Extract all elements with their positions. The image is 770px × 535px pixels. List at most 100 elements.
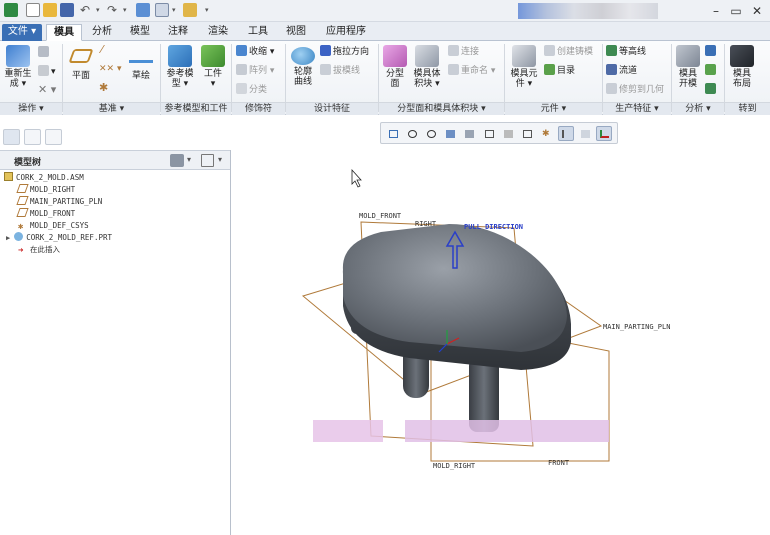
paste-button[interactable]: ▾ bbox=[38, 65, 56, 78]
copy-button[interactable] bbox=[38, 46, 51, 59]
tree-settings-dropdown-icon[interactable]: ▾ bbox=[187, 155, 191, 164]
trim-geometry-button[interactable]: 修剪到几何 bbox=[606, 83, 664, 96]
mold-layout-button[interactable]: 模具 布局 bbox=[727, 45, 757, 89]
customize-icon[interactable]: ▾ bbox=[205, 6, 209, 14]
repaint-icon[interactable] bbox=[442, 126, 458, 141]
app-icon[interactable] bbox=[4, 3, 18, 17]
runner-button[interactable]: 流道 bbox=[606, 64, 637, 77]
save-icon[interactable] bbox=[60, 3, 74, 17]
catalog-button[interactable]: 目录 bbox=[544, 64, 575, 77]
group-parting[interactable]: 分型面和模具体积块 ▾ bbox=[379, 102, 504, 115]
refit-icon[interactable] bbox=[385, 126, 401, 141]
folder-browser-tab-icon[interactable] bbox=[24, 129, 41, 145]
tree-item-mold-right[interactable]: MOLD_RIGHT bbox=[16, 184, 75, 196]
point-button[interactable]: ✕✕ ▾ bbox=[99, 63, 121, 75]
close-button[interactable]: ✕ bbox=[748, 2, 766, 20]
show-filters-dropdown-icon[interactable]: ▾ bbox=[218, 155, 222, 164]
tab-applications[interactable]: 应用程序 bbox=[318, 24, 374, 41]
model-view[interactable]: MOLD_FRONT RIGHT PULL DIRECTION MAIN_PAR… bbox=[231, 146, 770, 535]
label-main-parting[interactable]: MAIN_PARTING_PLN bbox=[603, 323, 670, 331]
connect-button[interactable]: 连接 bbox=[448, 45, 479, 58]
tree-item-insert-here[interactable]: ➜ 在此插入 bbox=[18, 244, 60, 256]
contour-button[interactable]: 等高线 bbox=[606, 45, 646, 58]
label-pull-direction[interactable]: PULL DIRECTION bbox=[464, 223, 523, 231]
csys-display-icon[interactable] bbox=[596, 126, 612, 141]
tab-mold[interactable]: 模具 bbox=[46, 24, 82, 41]
thickness-check-button[interactable] bbox=[705, 45, 718, 58]
tab-render[interactable]: 渲染 bbox=[200, 24, 236, 41]
reference-model-button[interactable]: 参考模 型 ▾ bbox=[163, 45, 197, 89]
tab-model[interactable]: 模型 bbox=[122, 24, 158, 41]
group-datum[interactable]: 基准 ▾ bbox=[63, 102, 160, 115]
create-cast-button[interactable]: 创建铸模 bbox=[544, 45, 593, 58]
favorites-tab-icon[interactable] bbox=[45, 129, 62, 145]
regenerate-icon[interactable] bbox=[136, 3, 150, 17]
tree-settings-icon[interactable] bbox=[170, 154, 184, 167]
split-button[interactable]: 分类 bbox=[236, 83, 267, 96]
plane-button[interactable]: 平面 bbox=[66, 49, 96, 81]
silhouette-curve-button[interactable]: 轮廓 曲线 bbox=[288, 47, 318, 87]
open-icon[interactable] bbox=[43, 3, 57, 17]
tab-view[interactable]: 视图 bbox=[278, 24, 314, 41]
close-window-icon[interactable] bbox=[183, 3, 197, 17]
saved-views-icon[interactable] bbox=[481, 126, 497, 141]
new-icon[interactable] bbox=[26, 3, 40, 17]
model-tree-tab-icon[interactable] bbox=[3, 129, 20, 145]
datum-display-icon[interactable]: ✱ bbox=[538, 126, 554, 141]
group-production[interactable]: 生产特征 ▾ bbox=[603, 102, 671, 115]
rename-button[interactable]: 重命名 ▾ bbox=[448, 64, 495, 77]
parting-surface-button[interactable]: 分型 面 bbox=[381, 45, 409, 89]
axis-button[interactable]: ⁄ bbox=[101, 44, 103, 56]
windows-dropdown-icon[interactable]: ▾ bbox=[172, 6, 176, 14]
redo-icon[interactable]: ↷ bbox=[107, 3, 121, 17]
model-top-surface[interactable] bbox=[342, 224, 567, 352]
label-mold-right[interactable]: MOLD_RIGHT bbox=[433, 462, 476, 470]
array-button[interactable]: 阵列 ▾ bbox=[236, 64, 274, 77]
delete-button[interactable]: ✕ ▾ bbox=[38, 84, 56, 96]
annotation-icon[interactable] bbox=[558, 126, 574, 141]
projected-area-button[interactable] bbox=[705, 83, 718, 96]
view-manager-icon[interactable] bbox=[500, 126, 516, 141]
tab-analysis[interactable]: 分析 bbox=[84, 24, 120, 41]
draft-line-button[interactable]: 拔模线 bbox=[320, 64, 360, 77]
mold-component-button[interactable]: 模具元 件 ▾ bbox=[507, 45, 541, 89]
sketch-button[interactable]: 草绘 bbox=[126, 47, 156, 81]
draft-check-button[interactable] bbox=[705, 64, 718, 77]
zoom-out-icon[interactable] bbox=[423, 126, 439, 141]
undo-dropdown-icon[interactable]: ▾ bbox=[96, 6, 100, 14]
tree-item-assembly[interactable]: CORK_2_MOLD.ASM bbox=[4, 172, 84, 184]
group-operations[interactable]: 操作 ▾ bbox=[0, 102, 62, 115]
show-filters-icon[interactable] bbox=[201, 154, 214, 167]
spin-center-icon[interactable] bbox=[577, 126, 593, 141]
workpiece-button[interactable]: 工件 ▾ bbox=[198, 45, 228, 89]
tree-item-mold-front[interactable]: MOLD_FRONT bbox=[16, 208, 75, 220]
tree-item-ref-part[interactable]: ▶ CORK_2_MOLD_REF.PRT bbox=[6, 232, 112, 244]
tree-item-main-parting-pln[interactable]: MAIN_PARTING_PLN bbox=[16, 196, 102, 208]
label-right[interactable]: RIGHT bbox=[415, 220, 437, 228]
undo-icon[interactable]: ↶ bbox=[80, 3, 94, 17]
drag-direction-icon bbox=[320, 45, 331, 56]
tree-item-mold-def-csys[interactable]: ✱ MOLD_DEF_CSYS bbox=[18, 220, 89, 232]
mold-open-button[interactable]: 模具 开模 bbox=[674, 45, 702, 89]
expand-icon[interactable]: ▶ bbox=[6, 234, 10, 242]
tab-tools[interactable]: 工具 bbox=[240, 24, 276, 41]
windows-icon[interactable] bbox=[155, 3, 169, 17]
redo-dropdown-icon[interactable]: ▾ bbox=[123, 6, 127, 14]
restore-button[interactable]: ▭ bbox=[727, 2, 745, 20]
tab-annotate[interactable]: 注释 bbox=[160, 24, 196, 41]
shrink-button[interactable]: 收缩 ▾ bbox=[236, 45, 274, 58]
perspective-icon[interactable] bbox=[519, 126, 535, 141]
csys-button[interactable]: ✱ bbox=[99, 82, 108, 94]
graphics-window[interactable]: MOLD_FRONT RIGHT PULL DIRECTION MAIN_PAR… bbox=[231, 146, 770, 535]
minimize-button[interactable]: – bbox=[707, 2, 725, 20]
label-mold-front[interactable]: MOLD_FRONT bbox=[359, 212, 402, 220]
drag-direction-button[interactable]: 拖拉方向 bbox=[320, 45, 369, 58]
regenerate-button[interactable]: 重新生 成 ▾ bbox=[2, 45, 34, 89]
group-components[interactable]: 元件 ▾ bbox=[505, 102, 602, 115]
mold-volume-button[interactable]: 模具体 积块 ▾ bbox=[410, 45, 444, 89]
label-front[interactable]: FRONT bbox=[548, 459, 570, 467]
tab-file[interactable]: 文件 ▾ bbox=[2, 24, 42, 41]
group-analysis[interactable]: 分析 ▾ bbox=[672, 102, 724, 115]
zoom-in-icon[interactable] bbox=[404, 126, 420, 141]
display-style-icon[interactable] bbox=[461, 126, 477, 141]
